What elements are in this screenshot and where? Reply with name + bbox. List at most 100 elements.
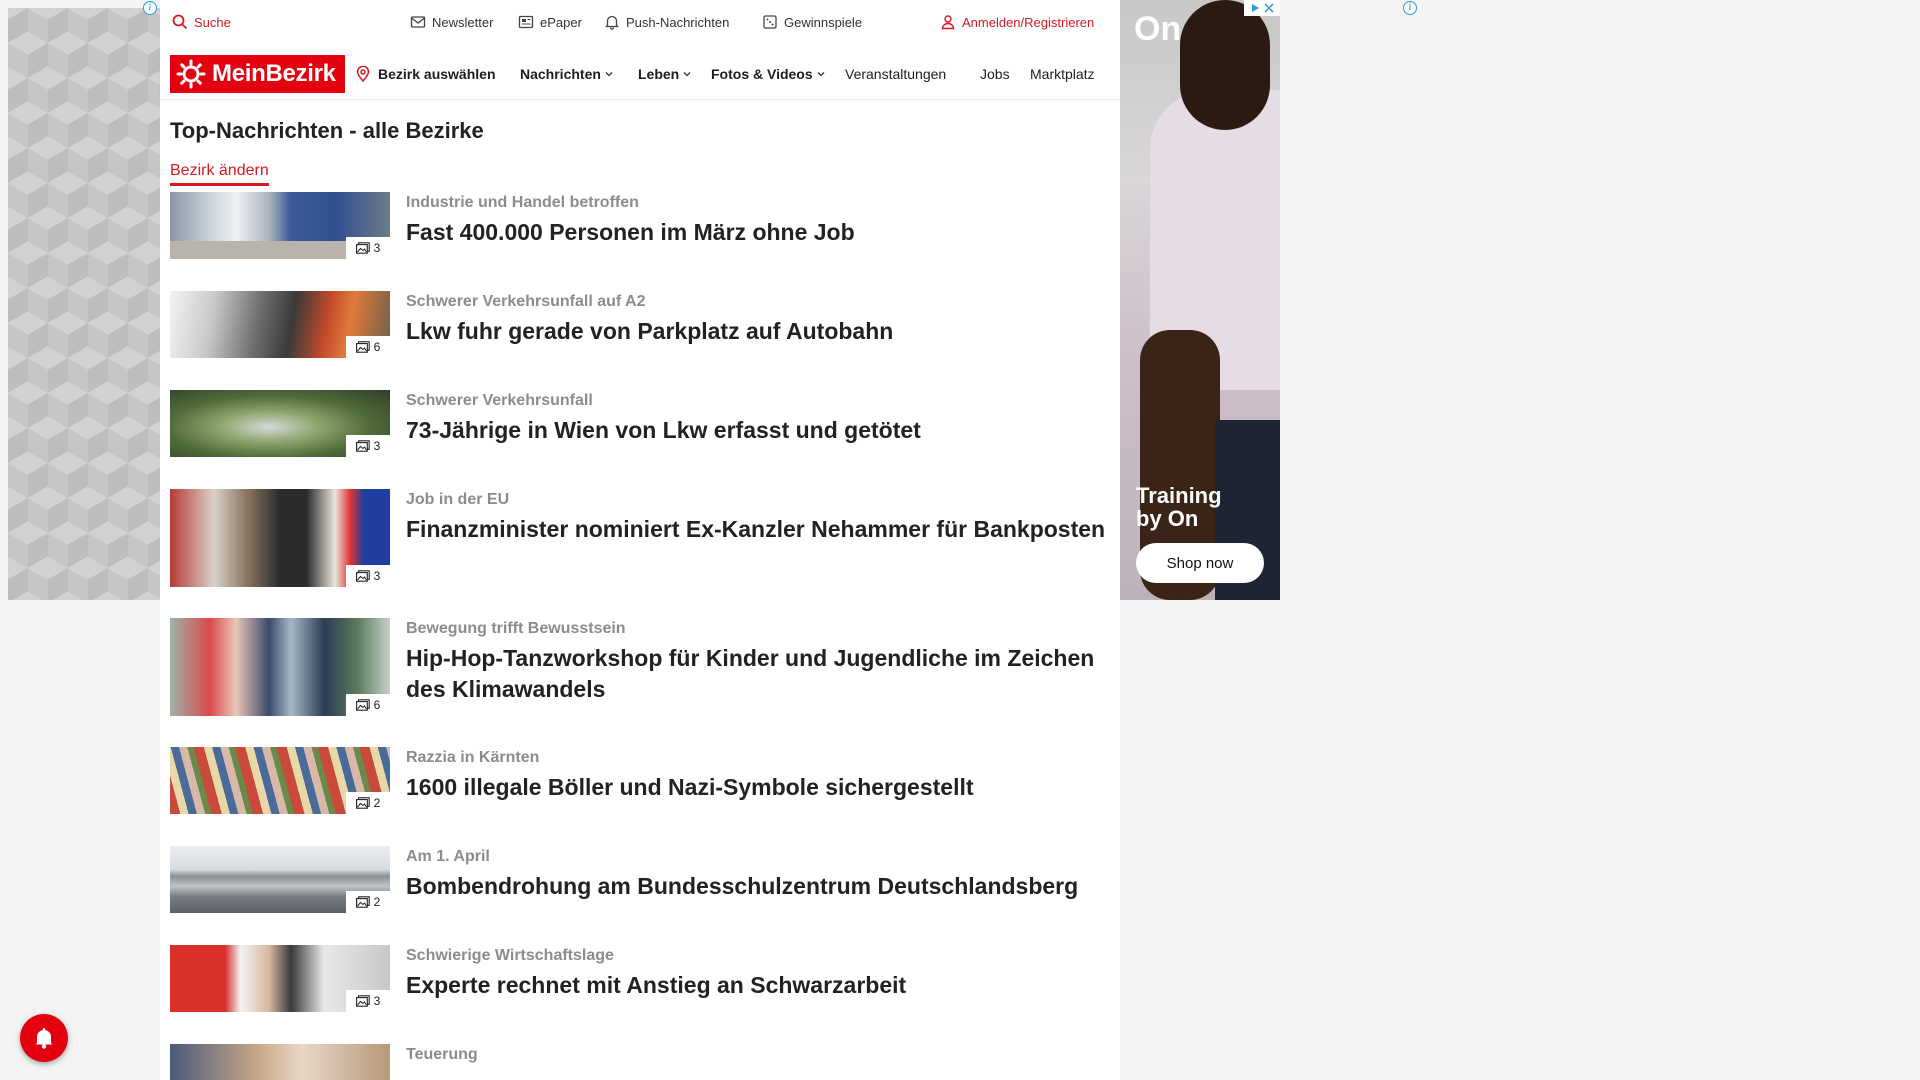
- left-ad-skin[interactable]: [8, 8, 160, 600]
- image-count: 3: [373, 569, 381, 583]
- page-title: Top-Nachrichten - alle Bezirke: [170, 118, 484, 143]
- nav-item-nachrichten[interactable]: Nachrichten: [520, 66, 613, 82]
- article-thumbnail[interactable]: [170, 1044, 390, 1080]
- image-count: 6: [373, 698, 381, 712]
- article-thumbnail[interactable]: 6: [170, 618, 390, 716]
- push-link[interactable]: Push-Nachrichten: [604, 14, 729, 30]
- play-triangle-icon: [1252, 4, 1259, 12]
- article-kicker: Job in der EU: [406, 491, 510, 508]
- nav-item-label: Nachrichten: [520, 66, 601, 82]
- article-item[interactable]: 2 Am 1. April Bombendrohung am Bundessch…: [170, 846, 1100, 913]
- article-kicker: Schwerer Verkehrsunfall: [406, 392, 593, 409]
- page: i Suche Newsletter ePaper Push-Nachricht…: [0, 0, 1920, 1080]
- article-item[interactable]: 3 Industrie und Handel betroffen Fast 40…: [170, 192, 1100, 259]
- gallery-icon: [355, 440, 370, 452]
- article-title[interactable]: Fast 400.000 Personen im März ohne Job: [406, 217, 1106, 248]
- article-kicker: Bewegung trifft Bewusstsein: [406, 620, 626, 637]
- login-link[interactable]: Anmelden/Registrieren: [940, 14, 1094, 30]
- article-thumbnail[interactable]: 2: [170, 747, 390, 814]
- close-icon[interactable]: [1264, 3, 1274, 13]
- ad-choices-icon[interactable]: [1244, 0, 1280, 16]
- newsletter-label: Newsletter: [432, 14, 494, 30]
- image-count-badge: 6: [346, 336, 390, 358]
- article-item[interactable]: 6 Bewegung trifft Bewusstsein Hip-Hop-Ta…: [170, 618, 1100, 716]
- nav-item-jobs[interactable]: Jobs: [980, 66, 1010, 82]
- gallery-icon: [355, 341, 370, 353]
- article-item[interactable]: 2 Razzia in Kärnten 1600 illegale Böller…: [170, 747, 1100, 814]
- ad-headline: Training by On: [1136, 483, 1222, 531]
- user-icon: [941, 15, 955, 30]
- gallery-icon: [355, 995, 370, 1007]
- top-bar: Suche Newsletter ePaper Push-Nachrichten…: [160, 0, 1120, 46]
- main-column: Suche Newsletter ePaper Push-Nachrichten…: [160, 0, 1120, 1080]
- article-kicker: Schwierige Wirtschaftslage: [406, 947, 614, 964]
- logo[interactable]: MeinBezirk: [170, 55, 345, 93]
- ad-shop-now-button[interactable]: Shop now: [1136, 543, 1264, 583]
- article-title[interactable]: Hip-Hop-Tanzworkshop für Kinder und Juge…: [406, 643, 1106, 705]
- mail-icon: [410, 16, 426, 28]
- article-title[interactable]: Lkw fuhr gerade von Parkplatz auf Autoba…: [406, 316, 1106, 347]
- image-count-badge: 3: [346, 237, 390, 259]
- article-thumbnail[interactable]: 3: [170, 192, 390, 259]
- image-count: 3: [373, 994, 381, 1008]
- article-kicker: Industrie und Handel betroffen: [406, 194, 639, 211]
- change-district-link[interactable]: Bezirk ändern: [170, 162, 269, 186]
- nav-item-label: Fotos & Videos: [711, 66, 813, 82]
- games-link[interactable]: Gewinnspiele: [762, 14, 862, 30]
- image-count: 2: [373, 796, 381, 810]
- notification-bell-button[interactable]: [20, 1014, 68, 1062]
- nav-item-veranstaltungen[interactable]: Veranstaltungen: [845, 66, 946, 82]
- article-thumbnail[interactable]: 3: [170, 390, 390, 457]
- login-label: Anmelden/Registrieren: [962, 14, 1095, 30]
- article-item[interactable]: Teuerung: [170, 1044, 1100, 1080]
- chevron-down-icon: [605, 72, 613, 77]
- ad-brand-logo: On: [1134, 10, 1182, 48]
- article-thumbnail[interactable]: 3: [170, 489, 390, 587]
- article-kicker: Am 1. April: [406, 848, 490, 865]
- image-count-badge: 6: [346, 694, 390, 716]
- nav-item-label: Veranstaltungen: [845, 66, 947, 82]
- gallery-icon: [355, 699, 370, 711]
- ad-info-icon[interactable]: i: [143, 1, 157, 15]
- bell-icon: [35, 1028, 53, 1049]
- image-count-badge: 2: [346, 792, 390, 814]
- district-select[interactable]: Bezirk auswählen: [356, 66, 496, 82]
- search-link[interactable]: Suche: [172, 14, 231, 30]
- gallery-icon: [355, 797, 370, 809]
- article-item[interactable]: 3 Schwerer Verkehrsunfall 73-Jährige in …: [170, 390, 1100, 457]
- image-count-badge: 2: [346, 891, 390, 913]
- article-title[interactable]: 73-Jährige in Wien von Lkw erfasst und g…: [406, 415, 1106, 446]
- article-thumbnail[interactable]: 3: [170, 945, 390, 1012]
- epaper-link[interactable]: ePaper: [518, 14, 582, 30]
- article-kicker: Razzia in Kärnten: [406, 749, 540, 766]
- main-navigation: MeinBezirk Bezirk auswählen Nachrichten …: [160, 46, 1120, 100]
- district-select-label: Bezirk auswählen: [378, 66, 496, 82]
- right-ad[interactable]: On Training by On Shop now: [1120, 0, 1280, 600]
- newsletter-link[interactable]: Newsletter: [410, 14, 493, 30]
- article-title[interactable]: Bombendrohung am Bundesschulzentrum Deut…: [406, 871, 1106, 902]
- nav-item-fotos-videos[interactable]: Fotos & Videos: [711, 66, 825, 82]
- article-item[interactable]: 3 Schwierige Wirtschaftslage Experte rec…: [170, 945, 1100, 1012]
- article-item[interactable]: 6 Schwerer Verkehrsunfall auf A2 Lkw fuh…: [170, 291, 1100, 358]
- article-title[interactable]: Experte rechnet mit Anstieg an Schwarzar…: [406, 970, 1106, 1001]
- nav-item-marktplatz[interactable]: Marktplatz: [1030, 66, 1114, 82]
- nav-item-leben[interactable]: Leben: [638, 66, 691, 82]
- nav-item-label: Marktplatz: [1030, 66, 1095, 82]
- article-title[interactable]: 1600 illegale Böller und Nazi-Symbole si…: [406, 772, 1106, 803]
- image-count-badge: 3: [346, 990, 390, 1012]
- article-item[interactable]: 3 Job in der EU Finanzminister nominiert…: [170, 489, 1105, 587]
- gallery-icon: [355, 242, 370, 254]
- article-thumbnail[interactable]: 6: [170, 291, 390, 358]
- chevron-down-icon: [683, 72, 691, 77]
- chevron-down-icon: [817, 72, 825, 77]
- nav-item-label: Jobs: [980, 66, 1010, 82]
- ad-info-icon[interactable]: i: [1403, 1, 1417, 15]
- logo-text: MeinBezirk: [212, 60, 336, 87]
- article-title[interactable]: Finanzminister nominiert Ex-Kanzler Neha…: [406, 514, 1106, 545]
- article-thumbnail[interactable]: 2: [170, 846, 390, 913]
- image-count: 3: [373, 439, 381, 453]
- gallery-icon: [355, 896, 370, 908]
- search-icon: [172, 14, 188, 30]
- nav-item-label: Leben: [638, 66, 680, 82]
- gift-icon: [763, 15, 777, 29]
